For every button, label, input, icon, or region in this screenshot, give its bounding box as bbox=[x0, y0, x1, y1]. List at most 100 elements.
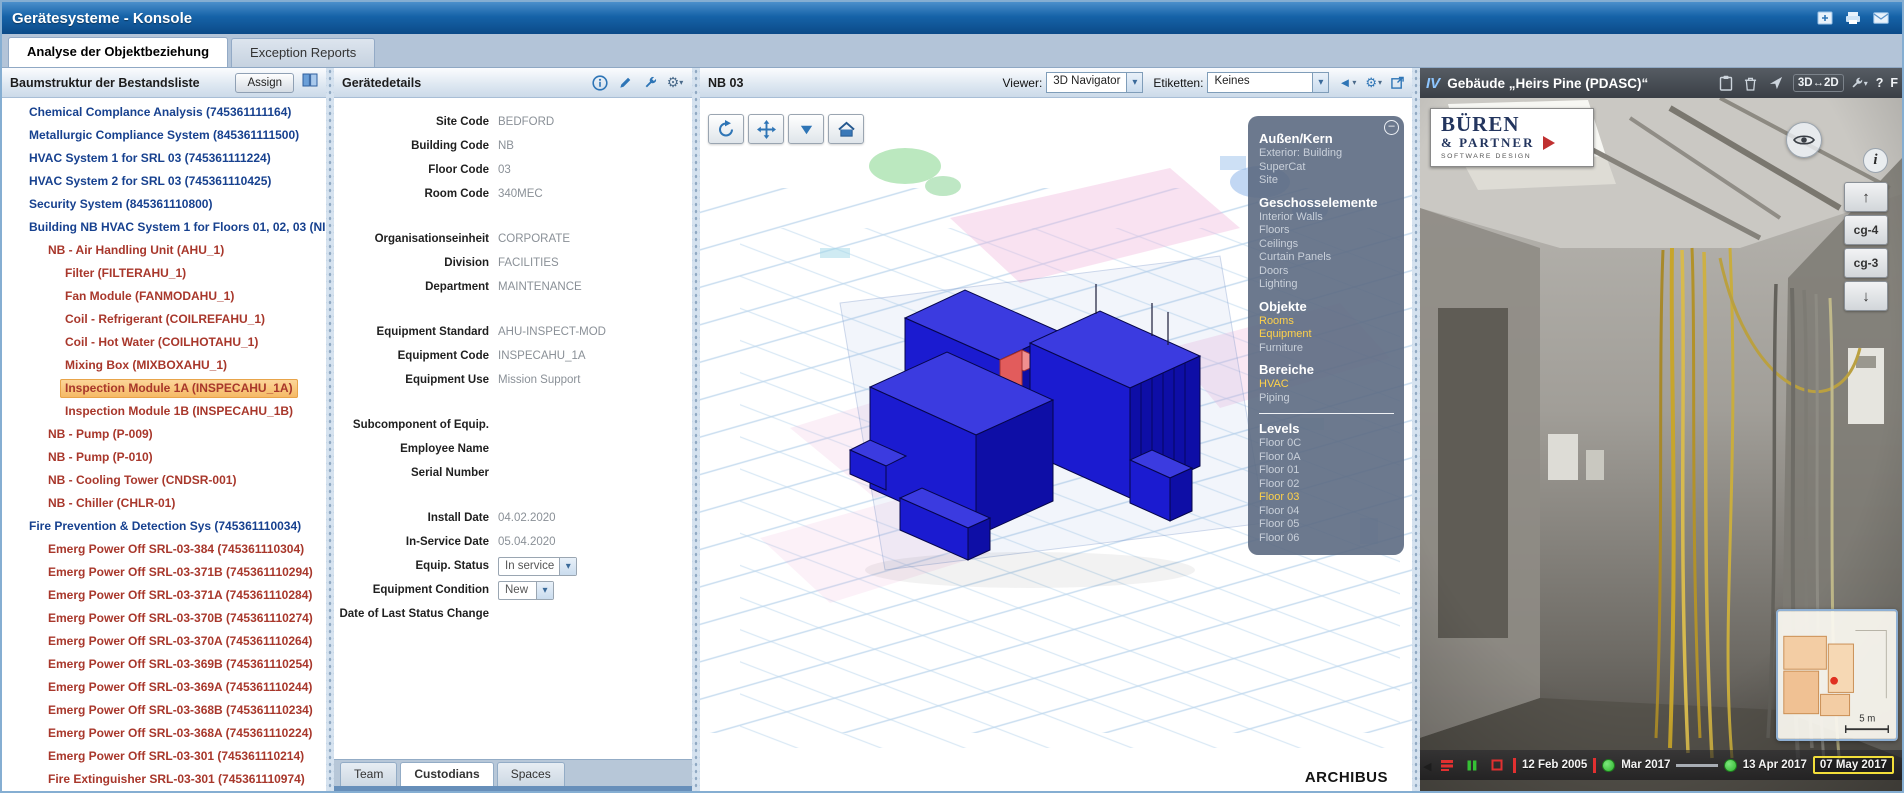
help-button[interactable]: ? bbox=[1876, 76, 1884, 90]
floor-nav-button[interactable] bbox=[1844, 281, 1888, 311]
tree-item[interactable]: Inspection Module 1A (INSPECAHU_1A) bbox=[2, 378, 326, 401]
details-tab[interactable]: Team bbox=[340, 762, 398, 786]
layer-item[interactable]: Interior Walls bbox=[1259, 211, 1396, 225]
layer-item[interactable]: Floor 04 bbox=[1259, 505, 1396, 519]
timeline-item[interactable] bbox=[1602, 758, 1616, 772]
tree-item[interactable]: HVAC System 2 for SRL 03 (745361110425) bbox=[2, 171, 326, 194]
labels-select[interactable]: Keines ▾ bbox=[1207, 72, 1330, 93]
timeline-item[interactable] bbox=[1676, 763, 1718, 767]
tree-item[interactable]: Mixing Box (MIXBOXAHU_1) bbox=[2, 355, 326, 378]
layer-item[interactable]: Levels bbox=[1259, 421, 1396, 436]
layer-item[interactable]: Equipment bbox=[1259, 328, 1396, 342]
gear-icon[interactable]: ⚙ ▾ bbox=[1365, 75, 1382, 91]
layer-item[interactable]: Floor 01 bbox=[1259, 464, 1396, 478]
viewer-select[interactable]: 3D Navigator ▾ bbox=[1046, 72, 1144, 93]
minimap[interactable]: 5 m bbox=[1776, 609, 1898, 741]
timeline-item[interactable] bbox=[1513, 757, 1516, 773]
columns-icon[interactable] bbox=[302, 73, 318, 92]
tree-item[interactable]: Emerg Power Off SRL-03-370B (74536111027… bbox=[2, 608, 326, 631]
layer-item[interactable]: Floors bbox=[1259, 224, 1396, 238]
tree-item[interactable]: Emerg Power Off SRL-03-369A (74536111024… bbox=[2, 677, 326, 700]
tree-item[interactable]: Security System (845361110800) bbox=[2, 194, 326, 217]
layer-item[interactable]: Piping bbox=[1259, 392, 1396, 406]
expand-icon[interactable] bbox=[1391, 76, 1404, 89]
layer-item[interactable]: Floor 03 bbox=[1259, 491, 1396, 505]
tree-item[interactable]: Chemical Complance Analysis (74536111116… bbox=[2, 102, 326, 125]
details-tab[interactable]: Custodians bbox=[400, 762, 494, 786]
tree-item[interactable]: Fire Prevention & Detection Sys (7453611… bbox=[2, 516, 326, 539]
tree-item[interactable]: NB - Pump (P-010) bbox=[2, 447, 326, 470]
tree-item[interactable]: Emerg Power Off SRL-03-301 (745361110214… bbox=[2, 746, 326, 769]
mode-3d2d-toggle[interactable]: 3D↔2D bbox=[1792, 74, 1844, 92]
main-tab[interactable]: Analyse der Objektbeziehung bbox=[8, 37, 229, 67]
home-icon[interactable] bbox=[828, 114, 864, 144]
floor-nav-button[interactable]: cg-4 bbox=[1844, 215, 1888, 245]
tree-item[interactable]: Filter (FILTERAHU_1) bbox=[2, 263, 326, 286]
layer-item[interactable]: Geschosselemente bbox=[1259, 195, 1396, 210]
assign-button[interactable]: Assign bbox=[235, 72, 294, 93]
layer-item[interactable]: Bereiche bbox=[1259, 362, 1396, 377]
tree-item[interactable]: Coil - Hot Water (COILHOTAHU_1) bbox=[2, 332, 326, 355]
tree-item[interactable]: Metallurgic Compliance System (845361111… bbox=[2, 125, 326, 148]
layer-item[interactable]: Curtain Panels bbox=[1259, 251, 1396, 265]
timeline-item[interactable] bbox=[1723, 758, 1737, 772]
tree-item[interactable]: NB - Air Handling Unit (AHU_1) bbox=[2, 240, 326, 263]
minimize-icon[interactable]: – bbox=[1384, 120, 1399, 135]
splitter[interactable] bbox=[1412, 68, 1420, 791]
wrench-icon[interactable] bbox=[641, 74, 659, 92]
edit-icon[interactable] bbox=[616, 74, 634, 92]
viewer3d-scene[interactable]: – Außen/Kern Exterior: Building SuperCat Si… bbox=[700, 98, 1412, 791]
eye-icon[interactable] bbox=[1786, 122, 1822, 158]
layer-item[interactable]: Furniture bbox=[1259, 342, 1396, 356]
mail-icon[interactable] bbox=[1870, 9, 1892, 27]
floor-nav-button[interactable] bbox=[1844, 182, 1888, 212]
field-value[interactable]: In service bbox=[498, 556, 578, 576]
timeline-list-icon[interactable] bbox=[1438, 757, 1456, 773]
timeline-item[interactable]: 07 May 2017 bbox=[1812, 756, 1894, 774]
partial-button[interactable]: F bbox=[1890, 76, 1898, 90]
layer-item[interactable]: Lighting bbox=[1259, 278, 1396, 292]
wrench-icon[interactable]: ▾ bbox=[1849, 73, 1869, 93]
down-arrow-icon[interactable] bbox=[788, 114, 824, 144]
print-icon[interactable] bbox=[1842, 9, 1864, 27]
layer-item[interactable]: HVAC bbox=[1259, 378, 1396, 392]
tree-item[interactable]: Fan Module (FANMODAHU_1) bbox=[2, 286, 326, 309]
tree-item[interactable]: NB - Chiller (CHLR-01) bbox=[2, 493, 326, 516]
layer-item[interactable]: Objekte bbox=[1259, 299, 1396, 314]
layer-item[interactable] bbox=[1259, 413, 1394, 414]
tree-item[interactable]: Coil - Refrigerant (COILREFAHU_1) bbox=[2, 309, 326, 332]
tree-item[interactable]: Emerg Power Off SRL-03-368B (74536111023… bbox=[2, 700, 326, 723]
tree-item[interactable]: Emerg Power Off SRL-03-369B (74536111025… bbox=[2, 654, 326, 677]
splitter[interactable] bbox=[326, 68, 334, 791]
compass-icon[interactable] bbox=[1766, 73, 1786, 93]
main-tab[interactable]: Exception Reports bbox=[231, 38, 376, 67]
tree-item[interactable]: NB - Cooling Tower (CNDSR-001) bbox=[2, 470, 326, 493]
field-value[interactable]: New bbox=[498, 580, 554, 600]
layer-item[interactable]: Floor 0C bbox=[1259, 437, 1396, 451]
pan-icon[interactable] bbox=[748, 114, 784, 144]
tree-item[interactable]: NB - Pump (P-009) bbox=[2, 424, 326, 447]
clipboard-icon[interactable] bbox=[1716, 73, 1736, 93]
timeline-stop-icon[interactable] bbox=[1488, 757, 1506, 773]
layer-item[interactable]: Rooms bbox=[1259, 315, 1396, 329]
tree-item[interactable]: Inspection Module 1B (INSPECAHU_1B) bbox=[2, 401, 326, 424]
layer-item[interactable]: Floor 05 bbox=[1259, 518, 1396, 532]
tree-item[interactable]: HVAC System 1 for SRL 03 (745361111224) bbox=[2, 148, 326, 171]
tree-item[interactable]: Emerg Power Off SRL-03-384 (745361110304… bbox=[2, 539, 326, 562]
tree-item[interactable]: Emerg Power Off SRL-03-371B (74536111029… bbox=[2, 562, 326, 585]
tree-item[interactable]: Emerg Power Off SRL-03-370A (74536111026… bbox=[2, 631, 326, 654]
tree-item[interactable]: Fire Extinguisher SRL-03-301 (7453611109… bbox=[2, 769, 326, 791]
layer-item[interactable]: Floor 06 bbox=[1259, 532, 1396, 546]
timeline-item[interactable]: 12 Feb 2005 bbox=[1522, 759, 1587, 771]
gear-icon[interactable]: ⚙ ▾ bbox=[666, 74, 684, 92]
splitter[interactable] bbox=[692, 68, 700, 791]
layer-item[interactable]: SuperCat bbox=[1259, 161, 1396, 175]
layer-item[interactable]: Außen/Kern bbox=[1259, 131, 1396, 146]
info-icon[interactable]: i bbox=[1863, 148, 1888, 173]
timeline-collapse-icon[interactable]: ◀ bbox=[1423, 760, 1431, 773]
timeline-item[interactable] bbox=[1593, 757, 1597, 773]
layer-item[interactable]: Site bbox=[1259, 174, 1396, 188]
add-window-icon[interactable] bbox=[1814, 9, 1836, 27]
timeline-pause-icon[interactable] bbox=[1463, 757, 1481, 773]
layer-item[interactable]: Exterior: Building bbox=[1259, 147, 1396, 161]
